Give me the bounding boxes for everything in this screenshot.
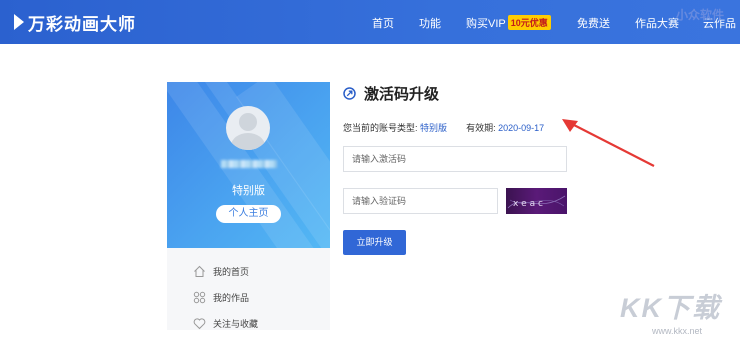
expiry-value: 2020-09-17: [498, 123, 545, 133]
page-title: 激活码升级: [364, 86, 440, 103]
menu-item-label: 我的首页: [213, 266, 250, 277]
logo-text: 万彩动画大师: [28, 14, 136, 34]
upgrade-submit-button[interactable]: 立即升级: [343, 230, 406, 255]
verification-code-input[interactable]: 请输入验证码: [343, 188, 498, 214]
nav-buy-vip-label: 购买VIP: [466, 18, 506, 30]
logo-icon: [14, 14, 24, 30]
nav-free-gift[interactable]: 免费送: [577, 15, 610, 31]
nav-contest[interactable]: 作品大赛: [635, 15, 679, 31]
side-menu: 我的首页 我的作品 关注与收藏: [167, 248, 330, 330]
watermark-top: 小众软件: [676, 8, 725, 22]
nav-features[interactable]: 功能: [419, 15, 441, 31]
avatar-head: [239, 113, 257, 131]
watermark-url: www.kkx.net: [652, 326, 703, 336]
account-edition: 特别版: [232, 185, 265, 197]
account-info-row: 您当前的账号类型: 特别版 有效期: 2020-09-17: [343, 121, 544, 134]
nav-buy-vip[interactable]: 购买VIP 10元优惠: [466, 15, 551, 31]
personal-home-button[interactable]: 个人主页: [216, 205, 281, 223]
menu-item-my-works[interactable]: 我的作品: [193, 290, 249, 304]
activation-code-input[interactable]: 请输入激活码: [343, 146, 567, 172]
expiry-label: 有效期:: [466, 123, 496, 133]
activation-title-row: 激活码升级: [343, 83, 439, 104]
captcha-image[interactable]: x e a c: [506, 188, 567, 214]
account-type-value: 特别版: [420, 123, 448, 133]
annotation-arrow-icon: [562, 119, 655, 167]
avatar[interactable]: [226, 106, 270, 150]
avatar-body: [231, 133, 265, 150]
heart-icon: [193, 317, 206, 329]
top-navbar: 万彩动画大师 首页 功能 购买VIP 10元优惠 免费送 作品大赛 云作品 小众软…: [0, 0, 740, 44]
profile-card: 特别版 个人主页: [167, 82, 330, 248]
upgrade-icon: [343, 87, 356, 100]
menu-item-follow-favorites[interactable]: 关注与收藏: [193, 316, 258, 330]
home-icon: [194, 265, 205, 277]
username-redacted: [221, 160, 277, 168]
nav-home[interactable]: 首页: [372, 15, 394, 31]
vip-discount-badge: 10元优惠: [507, 15, 551, 30]
menu-item-label: 关注与收藏: [213, 318, 259, 329]
watermark-logo: KK下载: [620, 293, 721, 323]
account-type-label: 您当前的账号类型:: [343, 123, 418, 133]
captcha-text: x e a c: [513, 199, 543, 209]
menu-item-my-home[interactable]: 我的首页: [193, 264, 249, 278]
menu-item-label: 我的作品: [213, 292, 250, 303]
grid-icon: [193, 291, 206, 303]
app-logo[interactable]: 万彩动画大师: [14, 9, 136, 35]
